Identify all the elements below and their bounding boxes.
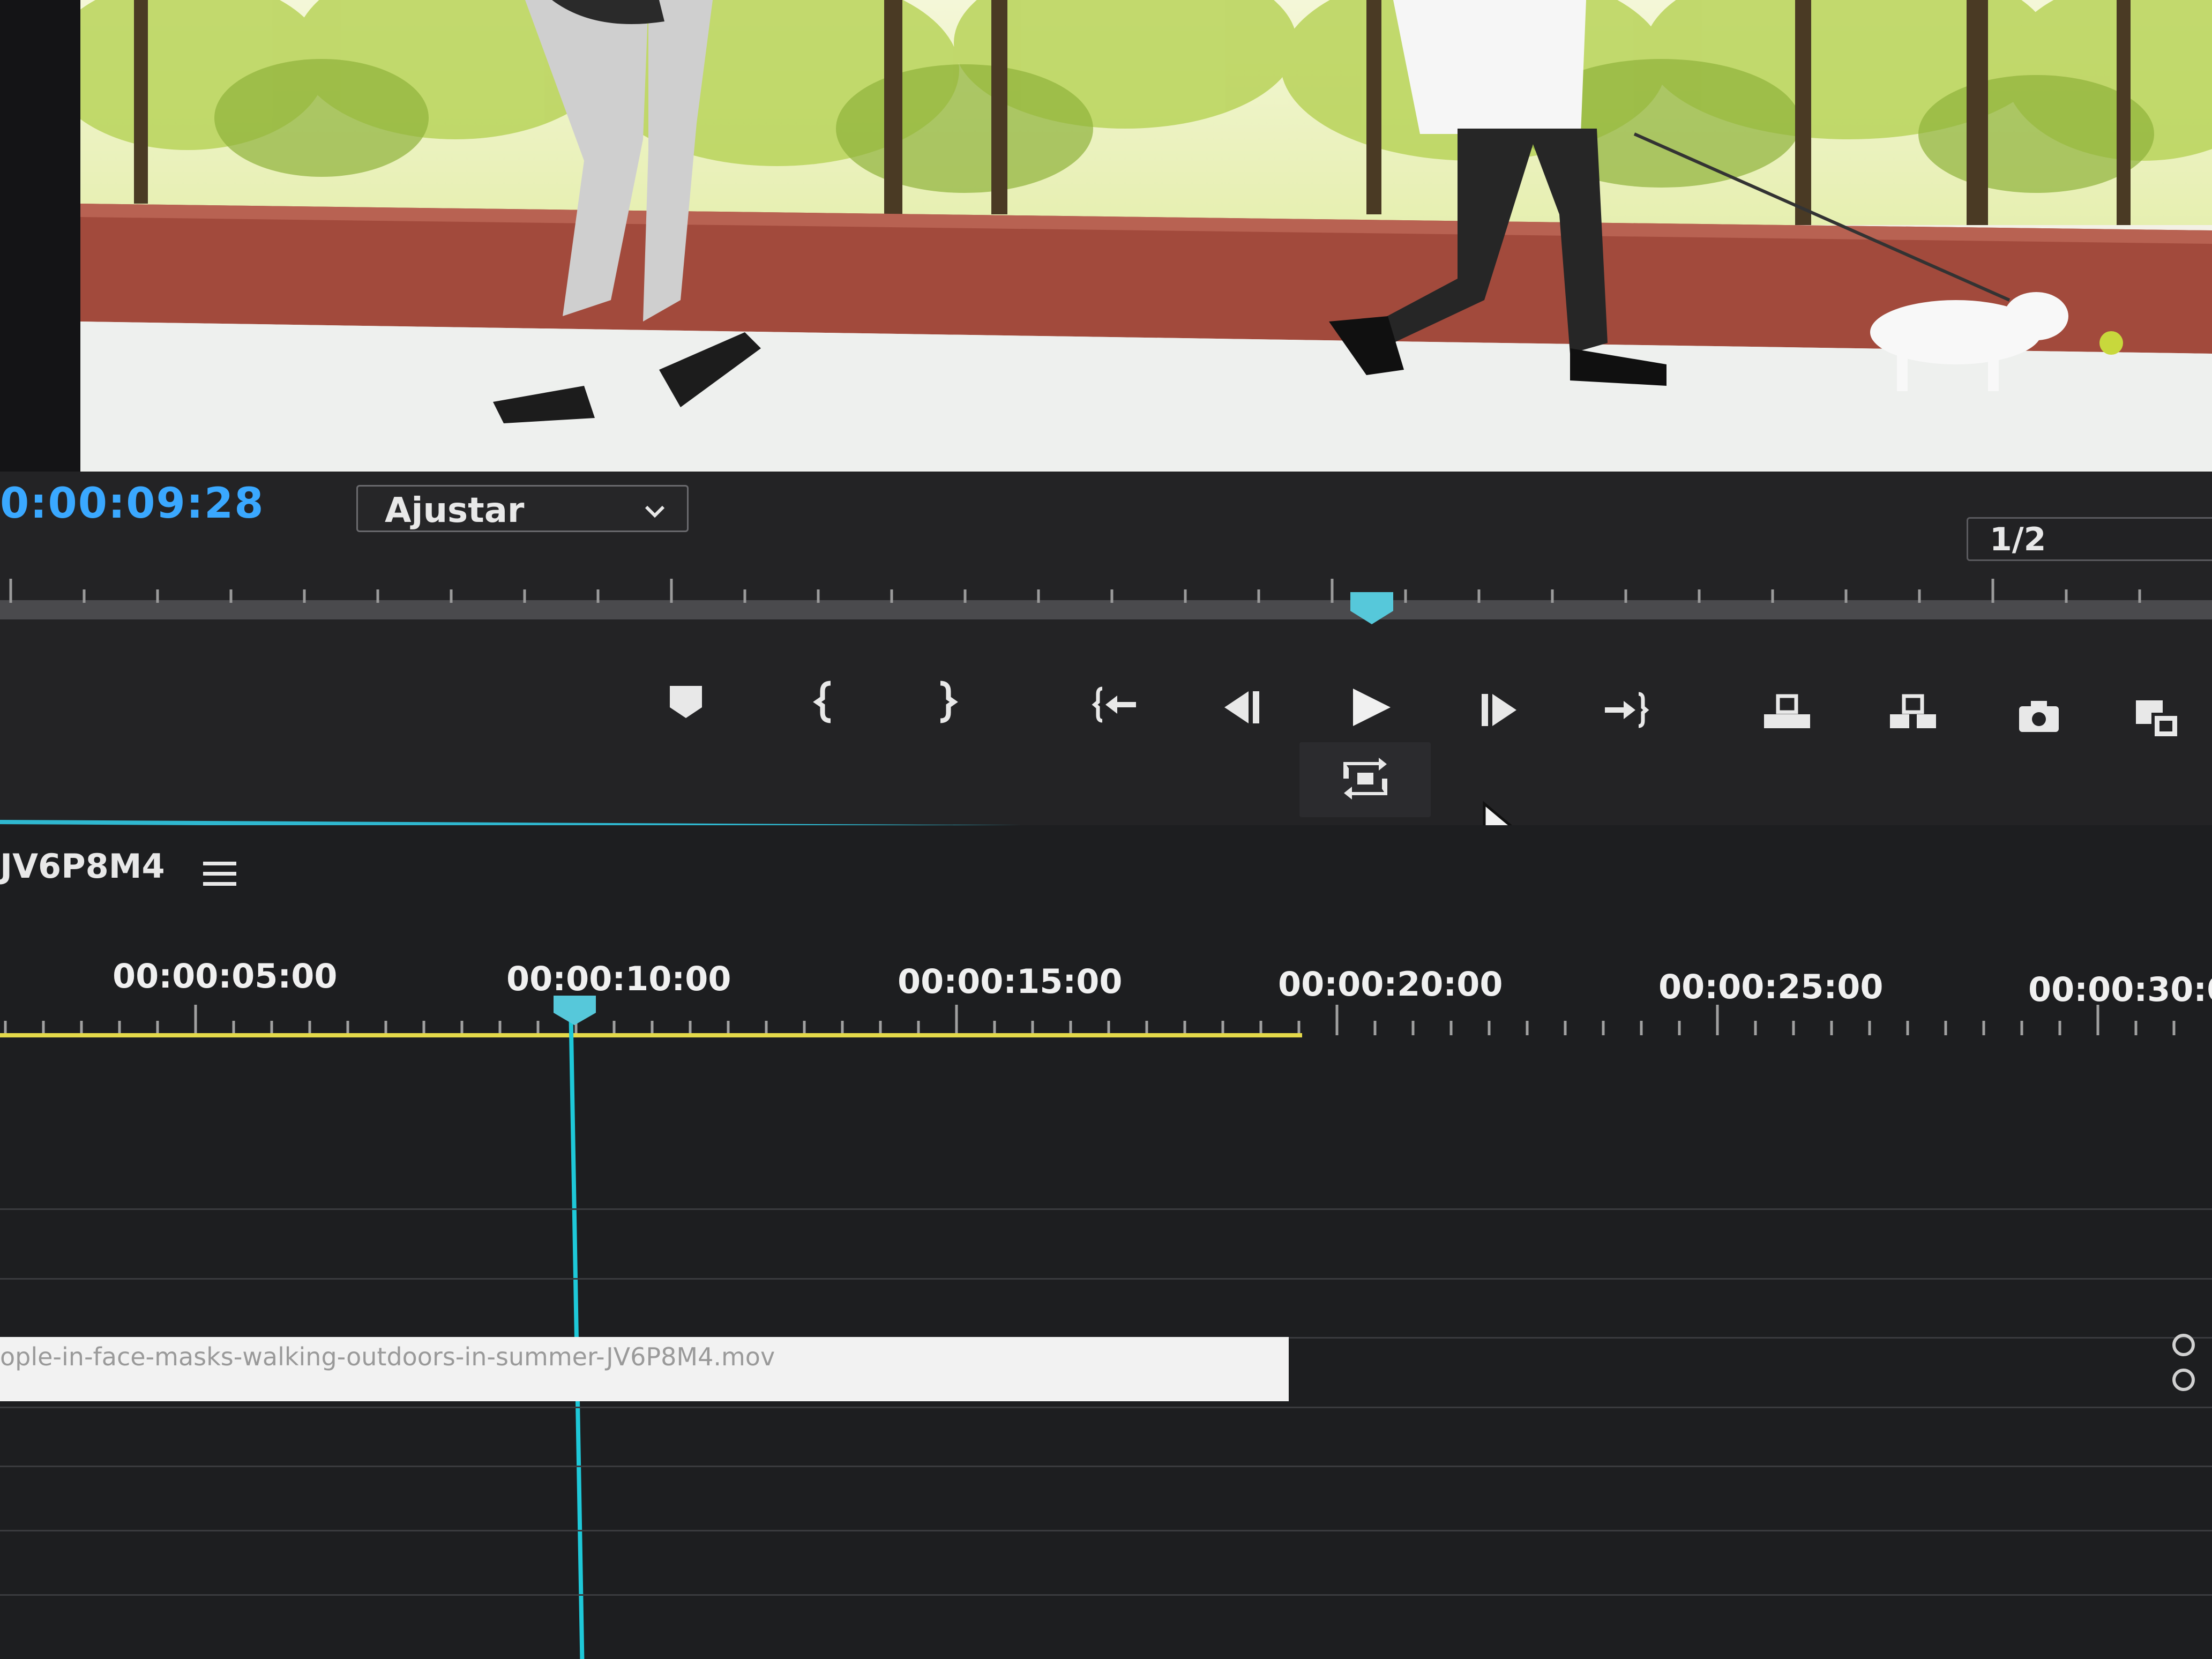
playback-resolution-dropdown[interactable]: 1/2 [1967, 517, 2212, 561]
go-to-in-icon [1092, 686, 1136, 723]
mark-out-button[interactable] [914, 670, 978, 734]
ruler-label: 00:00:10:00 [506, 959, 731, 998]
camera-icon [2019, 701, 2059, 732]
resolution-label: 1/2 [1990, 521, 2046, 558]
mark-in-button[interactable] [793, 670, 857, 734]
step-back-icon [1224, 691, 1259, 723]
go-to-in-button[interactable] [1082, 672, 1147, 737]
step-back-button[interactable] [1208, 675, 1273, 739]
work-area-bar[interactable] [0, 1033, 1302, 1037]
sequence-tab-name[interactable]: JV6P8M4 [0, 847, 165, 886]
add-marker-button[interactable] [654, 670, 718, 734]
chevron-down-icon [645, 505, 665, 518]
go-to-out-icon [1605, 692, 1649, 728]
extract-button[interactable] [1881, 681, 1945, 745]
clip-name-label: ople-in-face-masks-walking-outdoors-in-s… [0, 1342, 775, 1371]
zoom-fit-label: Ajustar [385, 491, 525, 530]
ruler-label: 00:00:15:00 [898, 962, 1123, 1001]
track-divider [0, 1407, 2212, 1408]
video-clip[interactable]: ople-in-face-masks-walking-outdoors-in-s… [0, 1337, 1289, 1401]
loop-playback-button[interactable] [1333, 746, 1398, 811]
vertical-zoom-scrollbar[interactable] [2168, 1329, 2200, 1404]
comparison-view-button[interactable] [2125, 686, 2189, 750]
hamburger-menu-icon[interactable] [201, 857, 238, 890]
zoom-fit-dropdown[interactable]: Ajustar [356, 485, 689, 532]
playhead-timecode[interactable]: 0:00:09:28 [0, 480, 264, 528]
export-frame-button[interactable] [2007, 683, 2071, 748]
extract-icon [1890, 694, 1936, 728]
comparison-view-icon [2136, 700, 2180, 739]
lift-button[interactable] [1755, 681, 1819, 745]
play-icon [1353, 689, 1391, 726]
monitor-time-ruler[interactable] [0, 573, 2212, 632]
mark-out-icon [940, 681, 958, 723]
track-divider [0, 1466, 2212, 1467]
program-monitor-video [80, 0, 2212, 493]
go-to-out-button[interactable] [1594, 678, 1658, 742]
loop-playback-icon [1343, 758, 1387, 799]
step-forward-button[interactable] [1468, 678, 1533, 742]
track-divider [0, 1208, 2212, 1210]
mark-in-icon [813, 681, 831, 723]
add-marker-icon [670, 686, 702, 718]
monitor-left-border [0, 0, 80, 482]
play-button[interactable] [1337, 675, 1401, 739]
ruler-label: 00:00:05:00 [113, 956, 338, 996]
track-divider [0, 1530, 2212, 1531]
playhead-handle[interactable] [552, 994, 597, 1026]
lift-icon [1764, 694, 1810, 728]
track-divider [0, 1278, 2212, 1280]
monitor-controls-bar [0, 472, 2212, 841]
timeline-panel [0, 825, 2212, 1659]
track-divider [0, 1594, 2212, 1596]
step-forward-icon [1482, 694, 1516, 726]
monitor-playhead-marker [1350, 592, 1393, 624]
